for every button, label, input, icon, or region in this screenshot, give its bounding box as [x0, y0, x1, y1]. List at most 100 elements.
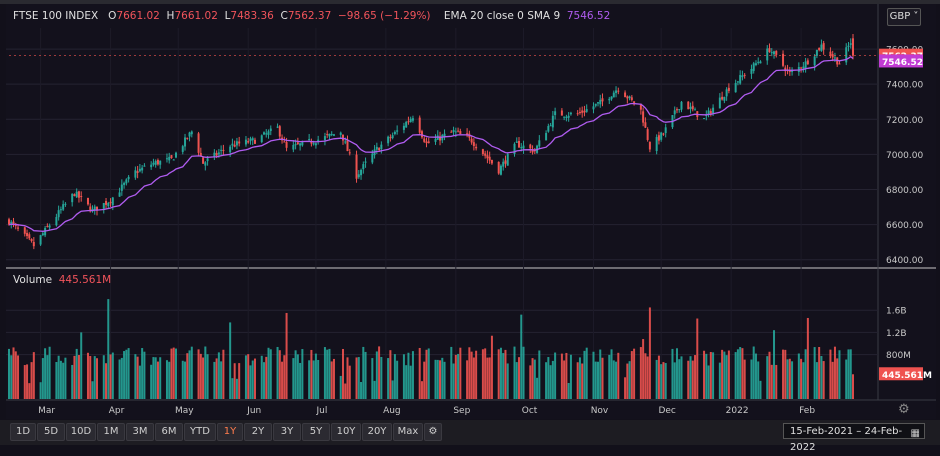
volume-bar	[806, 317, 809, 399]
candle-body	[655, 137, 658, 151]
range-button-20y[interactable]: 20Y	[362, 423, 392, 441]
toolbar-gear-icon[interactable]: ⚙	[424, 423, 442, 441]
volume-bar	[833, 346, 836, 399]
candle-body	[75, 191, 78, 198]
time-tick-label: May	[175, 406, 194, 416]
volume-bar	[703, 350, 706, 399]
range-button-1m[interactable]: 1M	[97, 423, 125, 441]
range-button-5y[interactable]: 5Y	[302, 423, 330, 441]
volume-bar	[423, 361, 426, 399]
volume-bar	[267, 347, 270, 399]
volume-bar	[490, 335, 493, 399]
open-value: 7661.02	[116, 10, 160, 22]
volume-bar	[784, 349, 787, 399]
volume-value: 445.561M	[58, 274, 112, 286]
volume-bar	[118, 359, 121, 399]
candle-body	[488, 156, 491, 161]
volume-bar	[344, 383, 347, 399]
volume-bar	[247, 354, 250, 399]
volume-bar	[348, 365, 351, 399]
volume-bar	[141, 348, 144, 399]
volume-bar	[820, 356, 823, 399]
volume-bar	[127, 348, 130, 399]
volume-bar	[836, 358, 839, 399]
range-button-10d[interactable]: 10D	[66, 423, 96, 441]
volume-bar	[662, 362, 665, 399]
volume-bar	[675, 348, 678, 399]
calendar-icon[interactable]: ▦	[911, 426, 920, 442]
candle-body	[405, 121, 408, 128]
candle-body	[443, 133, 446, 137]
volume-bar	[57, 355, 60, 399]
volume-bar	[387, 358, 390, 399]
volume-bar	[190, 346, 193, 399]
currency-select[interactable]: GBP ˅	[887, 8, 921, 26]
candle-body	[578, 112, 581, 114]
volume-bar	[486, 357, 489, 399]
chart-settings-gear-icon[interactable]: ⚙	[898, 402, 910, 417]
candle-body	[308, 139, 311, 141]
range-button-3m[interactable]: 3M	[126, 423, 154, 441]
range-button-1d[interactable]: 1D	[10, 423, 36, 441]
candle-body	[152, 162, 155, 165]
volume-bar	[646, 356, 649, 399]
volume-bar	[484, 348, 487, 399]
indicator-label[interactable]: EMA 20 close 0 SMA 9	[444, 10, 560, 22]
volume-bar	[292, 358, 295, 399]
volume-bar	[405, 365, 408, 399]
volume-bar	[233, 363, 236, 399]
candle-body	[782, 53, 785, 66]
range-button-2y[interactable]: 2Y	[244, 423, 272, 441]
candle-body	[389, 137, 392, 139]
range-button-3y[interactable]: 3Y	[273, 423, 301, 441]
candle-body	[64, 203, 67, 205]
range-button-ytd[interactable]: YTD	[184, 423, 216, 441]
volume-bar	[468, 347, 471, 399]
volume-bar	[687, 360, 690, 399]
candle-body	[387, 136, 390, 144]
volume-bar	[585, 347, 588, 399]
volume-bar	[660, 364, 663, 399]
volume-bar	[420, 381, 423, 399]
range-button-1y[interactable]: 1Y	[217, 423, 243, 441]
range-button-6m[interactable]: 6M	[155, 423, 183, 441]
range-button-10y[interactable]: 10Y	[331, 423, 361, 441]
low-value: 7483.36	[230, 10, 274, 22]
time-tick-label: Aug	[383, 406, 401, 416]
candle-body	[664, 127, 667, 134]
volume-bar	[628, 361, 631, 399]
volume-bar	[475, 350, 478, 399]
candle-body	[754, 63, 757, 65]
volume-bar	[689, 356, 692, 399]
volume-bar	[238, 363, 241, 399]
volume-bar	[202, 357, 205, 399]
volume-bar	[427, 348, 430, 399]
candle-body	[506, 153, 509, 166]
volume-bar	[418, 347, 421, 399]
candle-body	[847, 45, 850, 48]
candle-body	[407, 121, 410, 123]
volume-bar	[93, 356, 96, 399]
volume-bar	[186, 353, 189, 399]
candle-body	[71, 193, 74, 203]
candle-body	[341, 134, 344, 141]
candle-body	[852, 38, 854, 56]
volume-bar	[743, 359, 746, 399]
date-range-picker[interactable]: 15-Feb-2021 – 24-Feb-2022 ▦	[783, 423, 925, 453]
volume-bar	[727, 350, 730, 399]
volume-bar	[563, 360, 566, 399]
candle-body	[156, 159, 159, 165]
range-button-5d[interactable]: 5D	[37, 423, 65, 441]
volume-bar	[150, 364, 153, 399]
volume-bar	[71, 364, 74, 399]
volume-bar	[215, 358, 218, 399]
volume-bar	[655, 359, 658, 399]
volume-bar	[32, 352, 35, 399]
indicator-value: 7546.52	[566, 10, 611, 22]
volume-bar	[696, 318, 699, 399]
chart-canvas[interactable]: 6400.00 6600.00 6800.00 7000.00 7200.00 7400.…	[0, 0, 940, 445]
candle-body	[235, 141, 238, 146]
range-button-max[interactable]: Max	[393, 423, 423, 441]
candle-body	[346, 139, 349, 152]
candle-body	[750, 68, 753, 74]
